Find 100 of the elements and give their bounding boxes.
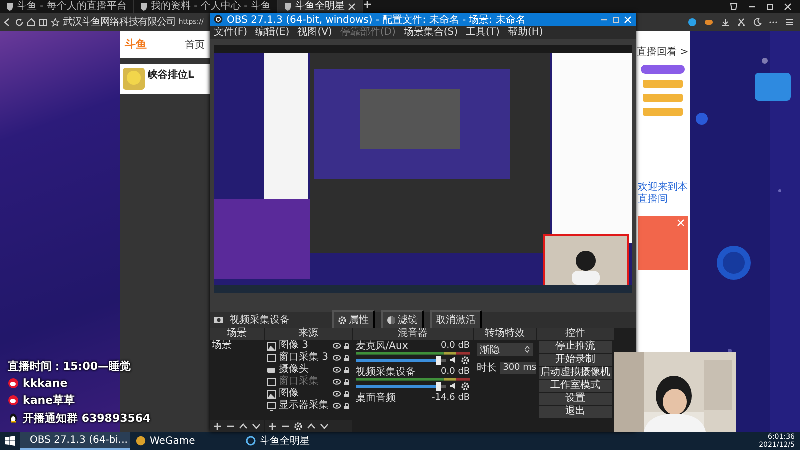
down-icon[interactable] [320, 422, 329, 430]
control-button[interactable]: 停止推流 [539, 341, 612, 353]
source-item[interactable]: 图像 [265, 388, 352, 400]
up-icon[interactable] [307, 422, 316, 430]
menu-item[interactable]: 文件(F) [214, 26, 248, 38]
eye-icon[interactable] [332, 391, 341, 397]
eye-icon[interactable] [332, 355, 341, 361]
image-icon [267, 342, 276, 350]
lock-icon[interactable] [344, 342, 350, 350]
source-item[interactable]: 窗口采集 3 [265, 352, 352, 364]
source-item[interactable]: 显示器采集 [265, 400, 352, 412]
image-icon [267, 390, 276, 398]
dock-title: 来源 [265, 328, 352, 340]
lock-icon[interactable] [344, 354, 350, 362]
refresh-icon[interactable] [15, 18, 24, 26]
source-item[interactable]: 图像 3 [265, 340, 352, 352]
duration-field[interactable]: 300 ms [500, 362, 536, 374]
filter-icon [387, 316, 396, 324]
shield-icon [6, 2, 14, 11]
dock-title: 场景 [210, 328, 264, 340]
contact-text: kane草草 [23, 393, 76, 408]
fan-badge-icon[interactable] [641, 65, 685, 74]
taskbar-item[interactable]: OBS 27.1.3 (64-bi... [20, 432, 130, 450]
download-icon[interactable] [721, 18, 730, 26]
home-icon[interactable] [27, 18, 36, 26]
up-icon[interactable] [239, 422, 248, 430]
contact-text: 开播通知群 639893564 [23, 411, 151, 426]
control-button[interactable]: 启动虚拟摄像机 [539, 367, 612, 379]
add-icon[interactable] [213, 422, 222, 430]
taskbar-item[interactable]: 斗鱼全明星 [240, 432, 350, 450]
menu-item[interactable]: 场景集合(S) [404, 26, 458, 38]
settings-icon[interactable] [461, 356, 470, 364]
replay-link[interactable]: 直播回看 > [637, 45, 689, 59]
dock-title: 转场特效 [474, 328, 536, 340]
site-name: 武汉斗鱼网络科技有限公司 [63, 16, 176, 29]
shield-icon [140, 2, 148, 11]
menu-item[interactable]: 帮助(H) [508, 26, 544, 38]
menu-item[interactable]: 视图(V) [298, 26, 332, 38]
scissors-icon[interactable] [737, 18, 746, 26]
browser-tab[interactable]: 斗鱼全明星 [278, 0, 363, 13]
menu-item[interactable]: 编辑(E) [256, 26, 290, 38]
camera-icon [214, 316, 224, 324]
start-icon[interactable] [5, 436, 15, 446]
settings-icon[interactable] [294, 422, 303, 430]
contact-text: kkkane [23, 377, 68, 390]
source-item[interactable]: 摄像头 [265, 364, 352, 376]
nav-link[interactable]: 首页 [185, 38, 205, 52]
camera-icon [267, 366, 276, 374]
shield-icon [284, 2, 292, 11]
lock-icon[interactable] [344, 366, 350, 374]
add-icon[interactable] [268, 422, 277, 430]
weibo-icon [8, 378, 19, 389]
eye-icon[interactable] [332, 403, 341, 409]
eye-icon[interactable] [332, 367, 341, 373]
slider-thumb[interactable] [436, 382, 441, 390]
channel-name: 视频采集设备 [356, 367, 416, 378]
menu-icon[interactable] [785, 18, 794, 26]
penguin-icon [8, 413, 19, 424]
monitor-icon [267, 402, 276, 410]
add-icon[interactable] [362, 0, 372, 9]
dock-title: 控件 [537, 328, 614, 340]
window-icon [267, 378, 276, 386]
settings-icon[interactable] [461, 382, 470, 390]
maximize-icon[interactable] [766, 2, 774, 10]
control-button[interactable]: 设置 [539, 393, 612, 405]
scene-item[interactable]: 场景 [210, 340, 264, 352]
channel-reading: -14.6 dB [432, 393, 470, 404]
browser-icon [246, 436, 256, 446]
star-icon[interactable] [51, 18, 60, 26]
welcome-text: 欢迎来到本直播间 [638, 182, 688, 206]
taskbar-item[interactable]: WeGame [130, 432, 240, 450]
slider-thumb[interactable] [436, 356, 441, 364]
close-icon[interactable] [348, 2, 356, 10]
dock-title: 混音器 [352, 328, 474, 340]
window-title: OBS 27.1.3 (64-bit, windows) - 配置文件: 未命名 - 场景: 未命名 [227, 14, 526, 26]
weibo-icon [8, 395, 19, 406]
settings-icon [338, 316, 347, 324]
source-name: 视频采集设备 [230, 314, 291, 327]
deactivate-button[interactable]: 取消激活 [430, 310, 482, 330]
duration-label: 时长 [477, 362, 498, 375]
channel-name: 麦克风/Aux [356, 341, 408, 352]
down-icon[interactable] [252, 422, 261, 430]
channel-name: 桌面音频 [356, 393, 396, 404]
toolbar-button[interactable]: 属性 [332, 310, 375, 330]
moon-icon[interactable] [753, 18, 762, 26]
schedule-text: 直播时间：15:00—睡觉 [8, 359, 132, 374]
reader-icon[interactable] [39, 18, 48, 26]
eye-icon[interactable] [332, 343, 341, 349]
lock-icon[interactable] [344, 402, 350, 410]
control-button[interactable]: 工作室模式 [539, 380, 612, 392]
control-button[interactable]: 退出 [539, 406, 612, 418]
cup-icon[interactable] [730, 2, 738, 10]
channel-reading: 0.0 dB [441, 341, 470, 352]
menu-item[interactable]: 工具(T) [466, 26, 500, 38]
obs-icon [214, 15, 223, 24]
close-icon[interactable] [784, 2, 792, 10]
back-icon[interactable] [3, 18, 12, 26]
caret-icon [525, 346, 530, 353]
lock-icon[interactable] [344, 390, 350, 398]
control-button[interactable]: 开始录制 [539, 354, 612, 366]
